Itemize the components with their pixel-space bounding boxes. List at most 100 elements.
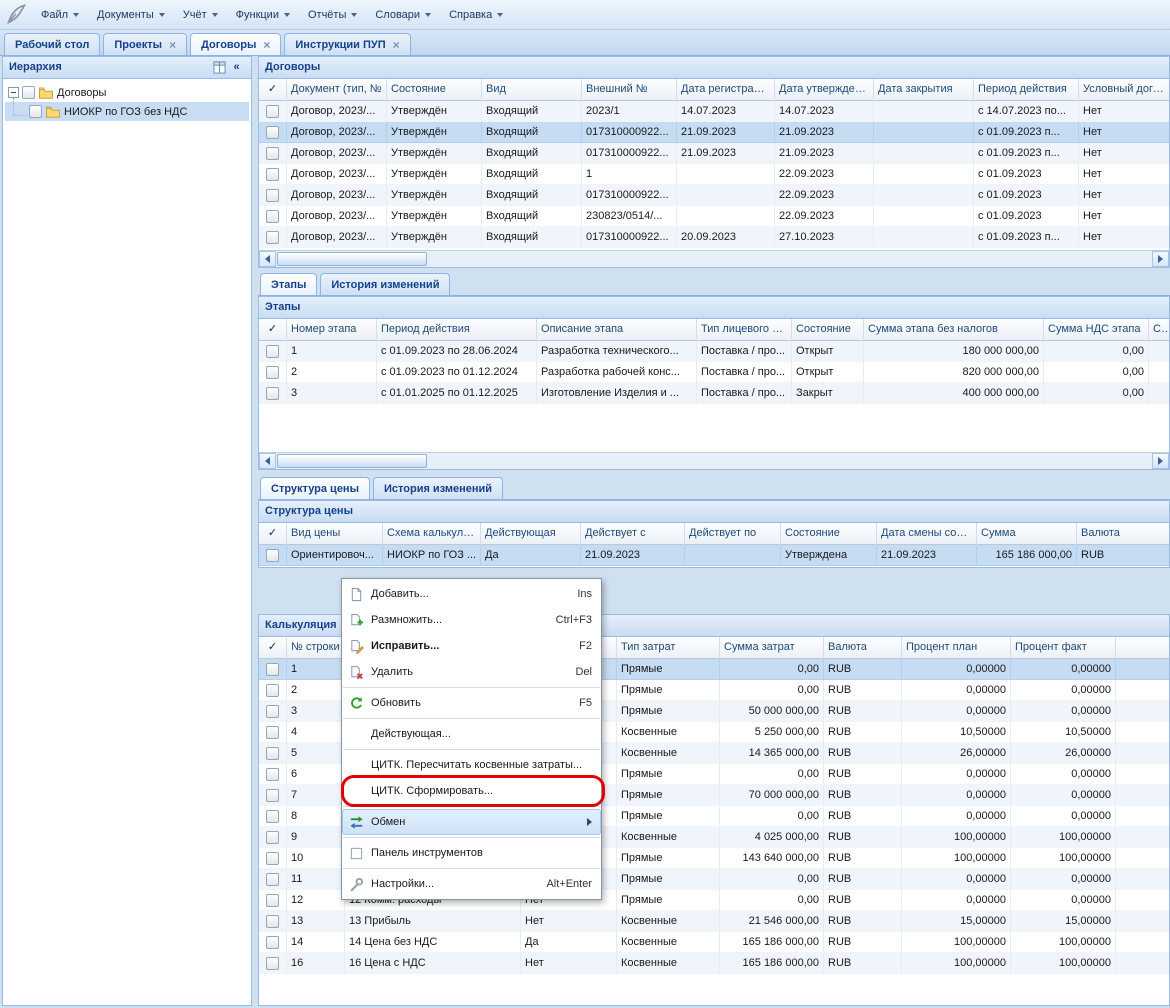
row-checkbox[interactable] (266, 231, 279, 244)
column-header[interactable]: Тип затрат (617, 637, 720, 659)
menubar-help[interactable]: Справка (440, 5, 512, 25)
row-checkbox[interactable] (266, 147, 279, 160)
column-header[interactable]: № строки (287, 637, 345, 659)
menu-delete[interactable]: УдалитьDel (342, 659, 601, 685)
column-header[interactable]: Действующая (481, 523, 581, 545)
tab-projects[interactable]: Проекты× (103, 33, 187, 55)
scroll-right-button[interactable] (1152, 453, 1169, 469)
column-header[interactable]: Сумма НДС этапа (1044, 319, 1149, 341)
row-checkbox[interactable] (266, 726, 279, 739)
horizontal-scrollbar[interactable] (259, 452, 1169, 469)
row-checkbox[interactable] (266, 105, 279, 118)
tab-price-history[interactable]: История изменений (373, 477, 503, 499)
tree-expander-icon[interactable] (8, 87, 19, 98)
column-header[interactable]: Дата смены состо (877, 523, 977, 545)
menu-citk-recalc[interactable]: ЦИТК. Пересчитать косвенные затраты... (342, 752, 601, 778)
column-header[interactable]: Документ (тип, № (287, 79, 387, 101)
column-header[interactable]: Состояние (792, 319, 864, 341)
row-checkbox[interactable] (266, 663, 279, 676)
row-checkbox[interactable] (266, 936, 279, 949)
tree-node-niokr[interactable]: НИОКР по ГОЗ без НДС (5, 102, 249, 121)
row-checkbox[interactable] (266, 831, 279, 844)
row-checkbox[interactable] (266, 366, 279, 379)
row-checkbox[interactable] (266, 387, 279, 400)
column-header[interactable]: Период действия (974, 79, 1079, 101)
column-header[interactable]: Состояние (387, 79, 482, 101)
table-row[interactable]: 3с 01.01.2025 по 01.12.2025Изготовление … (259, 383, 1169, 404)
hierarchy-view-button[interactable] (211, 60, 228, 76)
table-row[interactable]: Договор, 2023/...УтверждёнВходящий230823… (259, 206, 1169, 227)
column-header[interactable]: Вид (482, 79, 582, 101)
menu-add[interactable]: Добавить...Ins (342, 581, 601, 607)
row-checkbox[interactable] (266, 345, 279, 358)
column-header[interactable]: Действует с (581, 523, 685, 545)
column-header[interactable]: Процент план (902, 637, 1011, 659)
row-checkbox[interactable] (266, 189, 279, 202)
menu-active[interactable]: Действующая... (342, 721, 601, 747)
column-header[interactable]: Процент факт (1011, 637, 1116, 659)
column-header[interactable]: Дата утверждения (775, 79, 874, 101)
column-header[interactable]: Тип лицевого счёт (697, 319, 792, 341)
tab-stages-history[interactable]: История изменений (320, 273, 450, 295)
column-header[interactable]: Сумм (1149, 319, 1170, 341)
row-checkbox[interactable] (266, 957, 279, 970)
row-checkbox[interactable] (266, 684, 279, 697)
tab-price-structure[interactable]: Структура цены (260, 477, 370, 499)
column-header[interactable]: Сумма (977, 523, 1077, 545)
menubar-dictionaries[interactable]: Словари (366, 5, 440, 25)
table-row[interactable]: Ориентировоч...НИОКР по ГОЗ ...Да21.09.2… (259, 545, 1169, 566)
row-checkbox[interactable] (266, 747, 279, 760)
menubar-documents[interactable]: Документы (88, 5, 174, 25)
tree-checkbox[interactable] (29, 105, 42, 118)
row-checkbox[interactable] (266, 126, 279, 139)
column-header[interactable]: Действует по (685, 523, 781, 545)
column-header[interactable]: Дата закрытия (874, 79, 974, 101)
collapse-panel-button[interactable]: « (228, 60, 245, 76)
tab-contracts[interactable]: Договоры× (190, 33, 281, 55)
menubar-functions[interactable]: Функции (227, 5, 299, 25)
column-header[interactable]: Номер этапа (287, 319, 377, 341)
column-header[interactable]: Условный догово (1079, 79, 1170, 101)
column-header[interactable]: ✓ (259, 523, 287, 545)
tree-node-contracts[interactable]: Договоры (5, 83, 249, 102)
column-header[interactable]: Сумма этапа без налогов (864, 319, 1044, 341)
row-checkbox[interactable] (266, 894, 279, 907)
row-checkbox[interactable] (266, 168, 279, 181)
row-checkbox[interactable] (266, 768, 279, 781)
column-header[interactable]: Сумма затрат (720, 637, 824, 659)
column-header[interactable]: Вид цены (287, 523, 383, 545)
menu-duplicate[interactable]: Размножить...Ctrl+F3 (342, 607, 601, 633)
menubar-reports[interactable]: Отчёты (299, 5, 366, 25)
table-row[interactable]: Договор, 2023/...УтверждёнВходящий122.09… (259, 164, 1169, 185)
table-row[interactable]: 1313 ПрибыльНетКосвенные21 546 000,00RUB… (259, 911, 1169, 932)
tab-stages[interactable]: Этапы (260, 273, 317, 295)
table-row[interactable]: Договор, 2023/...УтверждёнВходящий2023/1… (259, 101, 1169, 122)
tab-instructions-pup[interactable]: Инструкции ПУП× (284, 33, 410, 55)
column-header[interactable]: Описание этапа (537, 319, 697, 341)
table-row[interactable]: 1с 01.09.2023 по 28.06.2024Разработка те… (259, 341, 1169, 362)
column-header[interactable]: ✓ (259, 79, 287, 101)
menubar-file[interactable]: Файл (32, 5, 88, 25)
row-checkbox[interactable] (266, 210, 279, 223)
scrollbar-thumb[interactable] (277, 252, 427, 266)
menu-toolbar-toggle[interactable]: Панель инструментов (342, 840, 601, 866)
row-checkbox[interactable] (266, 549, 279, 562)
column-header[interactable]: ✓ (259, 637, 287, 659)
table-row[interactable]: 2с 01.09.2023 по 01.12.2024Разработка ра… (259, 362, 1169, 383)
tab-close-icon[interactable]: × (169, 40, 176, 50)
column-header[interactable]: Состояние (781, 523, 877, 545)
row-checkbox[interactable] (266, 810, 279, 823)
menu-citk-form[interactable]: ЦИТК. Сформировать... (342, 778, 601, 804)
scroll-left-button[interactable] (259, 251, 276, 267)
table-row[interactable]: Договор, 2023/...УтверждёнВходящий017310… (259, 122, 1169, 143)
row-checkbox[interactable] (266, 852, 279, 865)
menu-refresh[interactable]: ОбновитьF5 (342, 690, 601, 716)
column-header[interactable] (1116, 637, 1170, 659)
menu-settings[interactable]: Настройки...Alt+Enter (342, 871, 601, 897)
menubar-accounting[interactable]: Учёт (174, 5, 227, 25)
column-header[interactable]: Внешний № (582, 79, 677, 101)
tab-close-icon[interactable]: × (393, 40, 400, 50)
column-header[interactable]: Период действия (377, 319, 537, 341)
scroll-left-button[interactable] (259, 453, 276, 469)
tab-close-icon[interactable]: × (263, 40, 270, 50)
